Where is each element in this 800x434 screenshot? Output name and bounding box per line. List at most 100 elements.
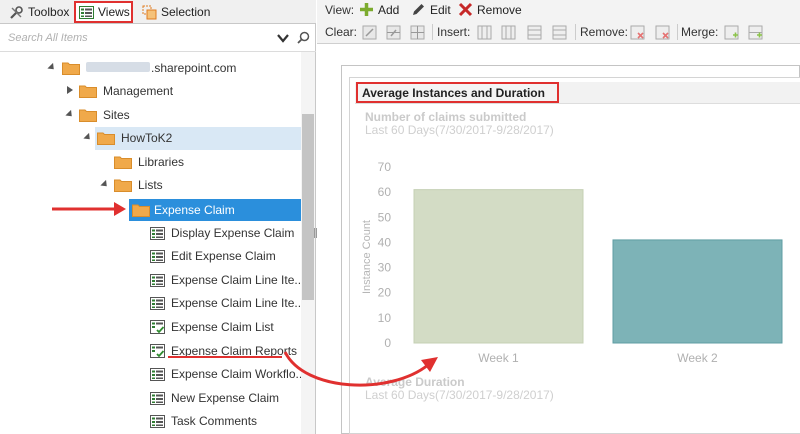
remove-column-icon[interactable] <box>630 25 645 40</box>
plus-icon <box>360 3 373 16</box>
tab-selection[interactable]: Selection <box>139 2 213 22</box>
y-tick-label: 20 <box>378 286 392 300</box>
view-list-icon <box>150 367 165 381</box>
clear-table-icon[interactable] <box>410 25 425 40</box>
left-pane: Toolbox Views Selection Search All Items… <box>0 0 316 434</box>
tree-item-view[interactable]: Expense Claim Line Ite... <box>150 269 304 291</box>
pane-tabs: Toolbox Views Selection <box>0 0 316 24</box>
merge-cells-icon[interactable] <box>724 25 739 40</box>
insert-label: Insert: <box>437 25 471 39</box>
howtok2-label: HowToK2 <box>121 131 173 145</box>
merge-rows-icon[interactable] <box>748 25 763 40</box>
lists-label: Lists <box>138 178 163 192</box>
tab-views[interactable]: Views <box>74 1 133 23</box>
remove-section-label: Remove: <box>580 25 629 39</box>
remove-button-label: Remove <box>477 2 522 17</box>
merge-label: Merge: <box>681 25 719 39</box>
tree-scrollbar-thumb[interactable] <box>302 114 314 300</box>
chart-bar <box>612 239 783 344</box>
view-toolbar: View: Add Edit Remove <box>317 0 800 21</box>
tab-selection-label: Selection <box>161 5 211 19</box>
wrench-icon <box>10 5 23 19</box>
insert-column-right-icon[interactable] <box>501 25 516 40</box>
view-label: Expense Claim List <box>171 320 274 334</box>
tab-toolbox[interactable]: Toolbox <box>6 2 72 22</box>
clear-row-icon[interactable] <box>386 25 401 40</box>
layout-toolbar: Clear: Insert: Remove: Merge: <box>317 21 800 44</box>
remove-button[interactable]: Remove <box>458 2 522 17</box>
chart-subtitle: Last 60 Days(7/30/2017-9/28/2017) <box>365 123 554 137</box>
expand-management-toggle[interactable] <box>67 86 73 94</box>
tree-item-lists[interactable]: Lists <box>114 174 163 196</box>
pencil-icon <box>413 4 424 15</box>
folder-icon <box>114 179 132 192</box>
tree-item-view[interactable]: New Expense Claim <box>150 387 279 409</box>
x-tick-label: Week 1 <box>478 351 519 365</box>
chart-title: Number of claims submitted <box>365 110 527 124</box>
list-view-check-icon <box>150 320 165 334</box>
list-view-check-icon <box>150 344 165 358</box>
view-label: Expense Claim Workflo... <box>171 367 306 381</box>
tree-item-view[interactable]: Edit Expense Claim <box>150 245 276 267</box>
expense-claim-label: Expense Claim <box>154 203 235 217</box>
tree-item-management[interactable]: Management <box>79 80 173 102</box>
y-tick-label: 10 <box>378 311 392 325</box>
tree-item-view[interactable]: Task Comments <box>150 410 257 432</box>
remove-row-icon[interactable] <box>655 25 670 40</box>
folder-icon <box>114 156 132 169</box>
tree-item-sites[interactable]: Sites <box>79 104 130 126</box>
view-label: Display Expense Claim <box>171 226 295 240</box>
view-label: New Expense Claim <box>171 391 280 405</box>
y-tick-label: 30 <box>378 261 392 275</box>
search-icon[interactable] <box>297 31 310 44</box>
tree-item-expense-claim[interactable]: Expense Claim <box>132 199 235 221</box>
tree-item-view[interactable]: Expense Claim Reports <box>150 340 297 362</box>
view-label: Task Comments <box>171 414 258 428</box>
folder-icon <box>97 132 115 145</box>
folder-icon <box>132 204 150 217</box>
tree-item-view[interactable]: Expense Claim Line Ite... <box>150 292 304 314</box>
chevron-down-icon[interactable] <box>276 31 290 45</box>
insert-row-above-icon[interactable] <box>527 25 542 40</box>
tree-item-view[interactable]: Expense Claim Workflo... <box>150 363 306 385</box>
management-label: Management <box>103 84 174 98</box>
add-button[interactable]: Add <box>359 2 399 17</box>
sites-label: Sites <box>103 108 130 122</box>
expand-howtok2-toggle[interactable] <box>83 132 93 143</box>
bar-chart: 0 10 20 30 40 50 60 70 Week 1 Week 2 Instance Co… <box>361 160 783 365</box>
y-tick-label: 40 <box>378 235 392 249</box>
tree-item-view[interactable]: Expense Claim List <box>150 316 274 338</box>
y-tick-label: 70 <box>378 160 392 174</box>
tree-item-libraries[interactable]: Libraries <box>114 151 184 173</box>
tree-item-howtok2[interactable]: HowToK2 <box>97 127 172 149</box>
expand-site-toggle[interactable] <box>47 62 57 73</box>
expand-lists-toggle[interactable] <box>100 179 110 190</box>
view-list-icon <box>150 249 165 263</box>
tree-item-view[interactable]: Display Expense Claim <box>150 222 294 244</box>
expand-sites-toggle[interactable] <box>65 109 75 120</box>
insert-row-below-icon[interactable] <box>552 25 567 40</box>
chart-bar <box>413 189 584 344</box>
x-tick-label: Week 2 <box>677 351 718 365</box>
duration-subtitle: Last 60 Days(7/30/2017-9/28/2017) <box>365 388 554 402</box>
folder-icon <box>79 85 97 98</box>
view-toolbar-label: View: <box>325 3 355 17</box>
blurred-site-name <box>86 62 150 72</box>
y-axis-label: Instance Count <box>361 220 373 294</box>
view-list-icon <box>150 273 165 287</box>
view-label: Expense Claim Line Ite... <box>171 273 305 287</box>
folder-icon <box>79 109 97 122</box>
view-list-icon <box>79 5 94 19</box>
tree-item-site[interactable]: .sharepoint.com <box>62 57 236 79</box>
clear-cell-icon[interactable] <box>362 25 377 40</box>
edit-button[interactable]: Edit <box>411 2 451 17</box>
y-tick-label: 0 <box>384 336 391 350</box>
insert-column-left-icon[interactable] <box>477 25 492 40</box>
search-input[interactable] <box>8 29 268 47</box>
toolbar-separator <box>432 24 433 40</box>
y-tick-label: 50 <box>378 210 392 224</box>
edit-button-label: Edit <box>430 2 451 17</box>
duration-title: Average Duration <box>365 375 465 389</box>
view-list-icon <box>150 296 165 310</box>
site-name-label: .sharepoint.com <box>151 61 237 75</box>
